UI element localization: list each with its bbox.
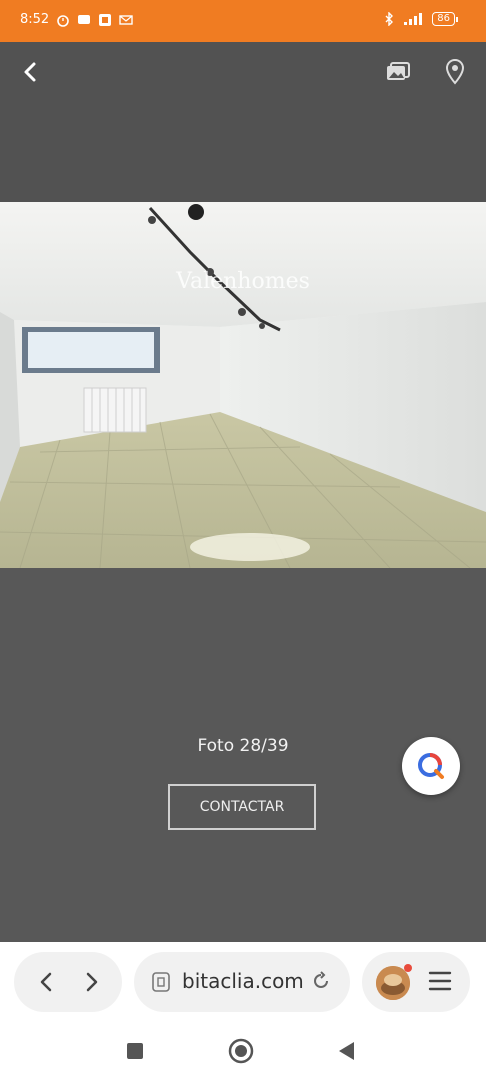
app-icon (99, 13, 112, 26)
mail-icon (119, 14, 133, 25)
home-icon[interactable] (228, 1038, 254, 1064)
gallery-icon[interactable] (384, 58, 412, 86)
room-image: Valenhomes (0, 202, 486, 568)
assistant-icon (418, 753, 444, 779)
browser-back-button[interactable] (26, 962, 66, 1002)
chevron-left-icon (40, 972, 52, 992)
back-button[interactable] (14, 56, 46, 88)
location-pin-icon[interactable] (444, 58, 466, 86)
status-bar: 8:52 86 (0, 0, 486, 42)
signal-icon (404, 13, 423, 25)
recent-apps-icon[interactable] (126, 1042, 144, 1060)
hamburger-icon[interactable] (428, 970, 452, 992)
bluetooth-icon (385, 12, 394, 26)
browser-forward-button[interactable] (72, 962, 112, 1002)
notification-dot (404, 964, 412, 972)
site-info-icon[interactable] (152, 972, 170, 992)
battery-level: 86 (432, 12, 455, 26)
assistant-fab[interactable] (402, 737, 460, 795)
message-icon (78, 14, 91, 24)
battery-icon: 86 (432, 12, 458, 26)
status-time: 8:52 (20, 12, 50, 27)
chevron-left-icon (24, 62, 36, 82)
url-text[interactable]: bitaclia.com (182, 969, 304, 993)
watermark: Valenhomes (175, 269, 310, 294)
contact-button[interactable]: CONTACTAR (168, 784, 316, 830)
system-back-icon[interactable] (336, 1040, 356, 1062)
reload-icon[interactable] (310, 970, 332, 992)
alarm-icon (57, 14, 70, 27)
top-bar (0, 42, 486, 202)
chevron-right-icon (86, 972, 98, 992)
property-photo[interactable]: Valenhomes (0, 202, 486, 568)
